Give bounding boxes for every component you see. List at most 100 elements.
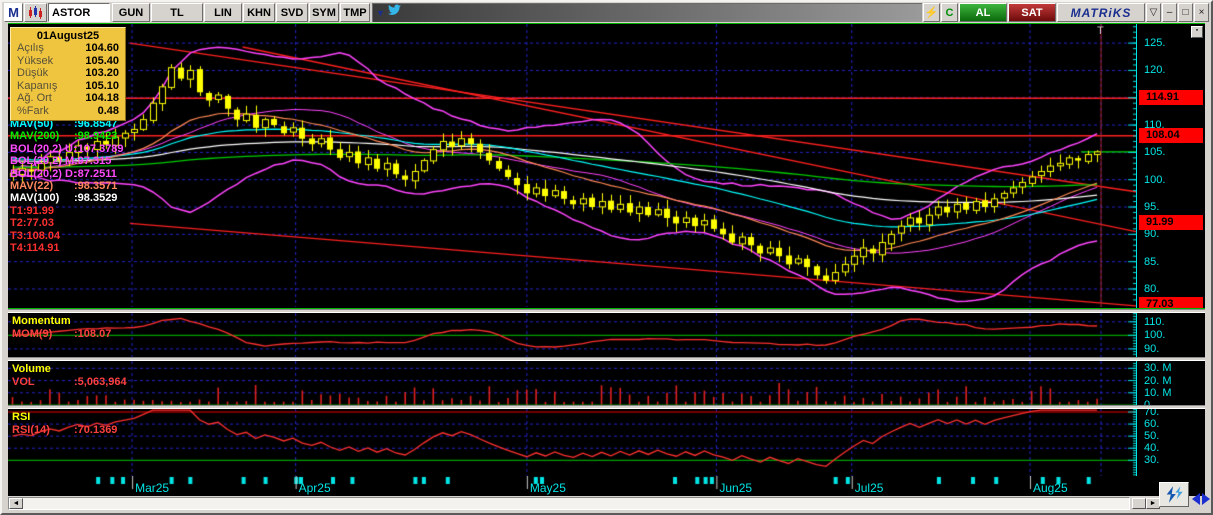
- momentum-indicator: MOM(9):108.07: [12, 328, 112, 340]
- axis-tick-label: 0: [1144, 399, 1151, 405]
- khn-button[interactable]: KHN: [243, 3, 275, 22]
- axis-tick-label: 60.: [1144, 418, 1160, 431]
- scrollbar-track[interactable]: ◄: [8, 496, 1130, 510]
- tooltip-row: %Fark 0.48: [17, 104, 119, 117]
- volume-title: Volume: [12, 363, 51, 375]
- indicator-legend: MAV(50):96.8547 MAV(200):98.9423 BOL(20,…: [10, 118, 124, 254]
- t-level-label: T1:91.99: [10, 204, 55, 217]
- price-level-box: 77.03: [1139, 297, 1203, 308]
- currency-button[interactable]: TL: [151, 3, 203, 22]
- axis-tick-label: 120.: [1144, 64, 1166, 77]
- rsi-panel: 70. 60. 50. 40. 30. RSI RSI(14):70.1369: [8, 409, 1205, 476]
- legend-item: BOL(20,2) U::107.3789: [10, 142, 124, 155]
- candlestick-icon: [28, 6, 42, 19]
- t-level-label: T4:114.91: [10, 242, 60, 255]
- month-label: Jul25: [854, 481, 884, 495]
- matriks-chart-window: M ASTOR GUN TL LIN KHN SVD SYM TMP ▼ ⚡ C…: [0, 0, 1213, 515]
- time-axis-canvas: [8, 476, 1205, 496]
- momentum-panel: 110. 100. 90. Momentum MOM(9):108.07: [8, 313, 1205, 357]
- tooltip-row: Açılış 104.60: [17, 42, 119, 54]
- tooltip-row: Ağ. Ort 104.18: [17, 92, 119, 104]
- toolbar: M ASTOR GUN TL LIN KHN SVD SYM TMP ▼ ⚡ C…: [2, 2, 1211, 23]
- axis-tick-label: 85.: [1144, 255, 1160, 268]
- dropdown-arrow-icon[interactable]: ▼: [376, 8, 385, 18]
- axis-tick-label: 40.: [1144, 442, 1160, 455]
- rsi-indicator: RSI(14):70.1369: [12, 424, 118, 436]
- price-level-box: 114.91: [1139, 90, 1203, 106]
- rsi-canvas[interactable]: [8, 409, 1136, 476]
- svd-button[interactable]: SVD: [276, 3, 308, 22]
- legend-item: MAV(200):98.9423: [10, 130, 118, 143]
- window-close-button[interactable]: ×: [1194, 3, 1209, 22]
- tooltip-row: Yüksek 105.40: [17, 54, 119, 67]
- month-label: Mar25: [135, 481, 170, 495]
- axis-tick-label: 20. M: [1144, 374, 1172, 387]
- axis-tick-label: 10. M: [1144, 386, 1172, 399]
- sell-button[interactable]: SAT: [1008, 3, 1056, 22]
- momentum-canvas[interactable]: [8, 313, 1136, 357]
- ohlc-tooltip: 01August25 Açılış 104.60 Yüksek 105.40 Düş…: [10, 27, 126, 121]
- axis-tick-label: 30. M: [1144, 362, 1172, 375]
- t-level-label: T2:77.03: [10, 217, 55, 230]
- tmp-button[interactable]: TMP: [340, 3, 370, 22]
- realtime-lightning-icon[interactable]: ⚡: [923, 3, 940, 22]
- period-button[interactable]: GUN: [112, 3, 150, 22]
- price-axis[interactable]: 125.120.115.110.105.100.95.90.85.80.114.…: [1136, 24, 1205, 308]
- window-maximize-button[interactable]: □: [1178, 3, 1193, 22]
- line-style-button[interactable]: LIN: [204, 3, 242, 22]
- month-label: Aug25: [1032, 481, 1068, 495]
- chart-type-icon[interactable]: [24, 3, 47, 22]
- rsi-title: RSI: [12, 411, 31, 423]
- scroll-thumb-button[interactable]: [1132, 497, 1146, 509]
- legend-item: BOL(20,2) M::97.315: [10, 155, 112, 168]
- axis-tick-label: 105.: [1144, 146, 1166, 159]
- chart-stack: 125.120.115.110.105.100.95.90.85.80.114.…: [8, 23, 1205, 510]
- volume-axis: 30. M 20. M 10. M0: [1136, 361, 1205, 405]
- symbol-input[interactable]: ASTOR: [48, 3, 110, 22]
- matriks-m-logo[interactable]: M: [4, 3, 23, 22]
- sym-button[interactable]: SYM: [309, 3, 339, 22]
- axis-tick-label: 110.: [1144, 315, 1165, 328]
- matriks-corner-logo[interactable]: [1159, 482, 1189, 507]
- volume-panel: 30. M 20. M 10. M0 Volume VOL:5,063,964: [8, 361, 1205, 405]
- axis-tick-label: 95.: [1144, 201, 1160, 214]
- volume-indicator: VOL:5,063,964: [12, 376, 127, 388]
- price-level-box: 91.99: [1139, 215, 1203, 231]
- matriks-brand-button[interactable]: MATRiKS: [1057, 3, 1145, 22]
- panel-corner-button[interactable]: ▪: [1191, 26, 1203, 38]
- legend-item: BOL(20,2) D::87.2511: [10, 167, 117, 180]
- momentum-title: Momentum: [12, 315, 71, 327]
- axis-tick-label: 100.: [1144, 329, 1166, 342]
- twitter-icon[interactable]: [387, 4, 402, 22]
- rsi-axis: 70. 60. 50. 40. 30.: [1136, 409, 1205, 476]
- axis-tick-label: 100.: [1144, 173, 1166, 186]
- nav-left-icon[interactable]: [1192, 493, 1200, 505]
- buy-button[interactable]: AL: [959, 3, 1007, 22]
- toolbar-spacer: ▼: [372, 3, 922, 22]
- tooltip-date: 01August25: [36, 30, 100, 42]
- window-minimize-button[interactable]: –: [1162, 3, 1177, 22]
- nav-right-icon[interactable]: [1202, 493, 1210, 505]
- main-chart-canvas[interactable]: [8, 24, 1136, 307]
- main-price-panel: 125.120.115.110.105.100.95.90.85.80.114.…: [8, 24, 1205, 309]
- refresh-icon[interactable]: C: [941, 3, 958, 22]
- axis-tick-label: 30.: [1144, 454, 1160, 467]
- month-label: Apr25: [298, 481, 331, 495]
- volume-canvas[interactable]: [8, 361, 1136, 405]
- scroll-left-button[interactable]: ◄: [9, 497, 23, 509]
- t-level-label: T3:108.04: [10, 229, 61, 242]
- month-label: Jun25: [719, 481, 753, 495]
- axis-tick-label: 125.: [1144, 37, 1166, 50]
- axis-tick-label: 90.: [1144, 342, 1160, 355]
- momentum-axis: 110. 100. 90.: [1136, 313, 1205, 357]
- window-shade-button[interactable]: ▽: [1146, 3, 1161, 22]
- legend-item: MAV(100):98.3529: [10, 192, 118, 205]
- axis-tick-label: 80.: [1144, 282, 1160, 295]
- axis-tick-label: 50.: [1144, 430, 1160, 443]
- horizontal-scrollbar[interactable]: ◄ ►: [8, 496, 1205, 510]
- scroll-right-button[interactable]: ►: [1146, 497, 1160, 509]
- time-axis[interactable]: Mar25 Apr25 May25 Jun25 Jul25 Aug25: [8, 476, 1205, 496]
- tooltip-row: Kapanış 105.10: [17, 79, 119, 92]
- cursor-marker: T: [1097, 25, 1104, 37]
- legend-item: MAV(22):98.3571: [10, 180, 118, 193]
